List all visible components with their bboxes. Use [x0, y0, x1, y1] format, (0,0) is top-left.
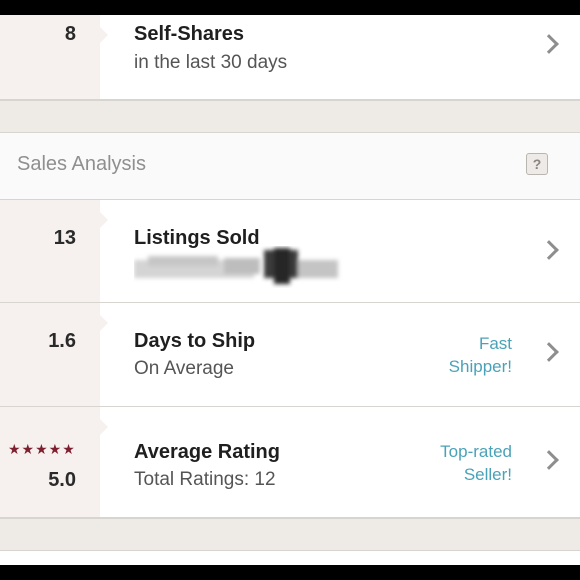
value-column: 13 [0, 200, 108, 302]
days-to-ship-subtitle: On Average [134, 358, 235, 379]
self-shares-subtitle: in the last 30 days [134, 52, 288, 73]
badge-line: Seller! [463, 465, 512, 484]
section-title: Sales Analysis [17, 153, 146, 175]
fast-shipper-badge: Fast Shipper! [449, 332, 512, 378]
stats-panel: 8 Self-Shares in the last 30 days Sales … [0, 15, 580, 565]
listings-sold-count: 13 [53, 227, 76, 249]
help-icon[interactable]: ? [526, 153, 548, 175]
chevron-right-icon[interactable] [539, 34, 559, 54]
listings-sold-row[interactable]: 13 Listings Sold [0, 200, 580, 303]
days-to-ship-value: 1.6 [48, 330, 76, 352]
value-column: ★★★★★ 5.0 [0, 407, 108, 517]
value-column: 8 [0, 15, 108, 99]
average-rating-row[interactable]: ★★★★★ 5.0 Average Rating Total Ratings: … [0, 407, 580, 518]
chevron-right-icon[interactable] [539, 450, 559, 470]
chevron-right-icon[interactable] [539, 240, 559, 260]
average-rating-title: Average Rating [134, 441, 280, 463]
chevron-right-icon[interactable] [539, 342, 559, 362]
value-column: 1.6 [0, 303, 108, 406]
days-to-ship-row[interactable]: 1.6 Days to Ship On Average Fast Shipper… [0, 303, 580, 407]
top-rated-badge: Top-rated Seller! [440, 440, 512, 486]
self-shares-count: 8 [64, 23, 76, 45]
redacted-text [134, 248, 338, 284]
days-to-ship-title: Days to Ship [134, 330, 256, 352]
total-ratings: Total Ratings: 12 [134, 469, 276, 490]
self-shares-title: Self-Shares [134, 23, 245, 45]
badge-line: Top-rated [440, 442, 512, 461]
self-shares-row[interactable]: 8 Self-Shares in the last 30 days [0, 15, 580, 100]
sales-analysis-header: Sales Analysis ? [0, 133, 580, 200]
next-section [0, 551, 580, 565]
average-rating-value: 5.0 [48, 469, 76, 491]
badge-line: Shipper! [448, 357, 512, 376]
section-divider [0, 518, 580, 551]
section-divider [0, 100, 580, 133]
badge-line: Fast [478, 334, 512, 353]
star-rating-icon: ★★★★★ [8, 441, 76, 457]
